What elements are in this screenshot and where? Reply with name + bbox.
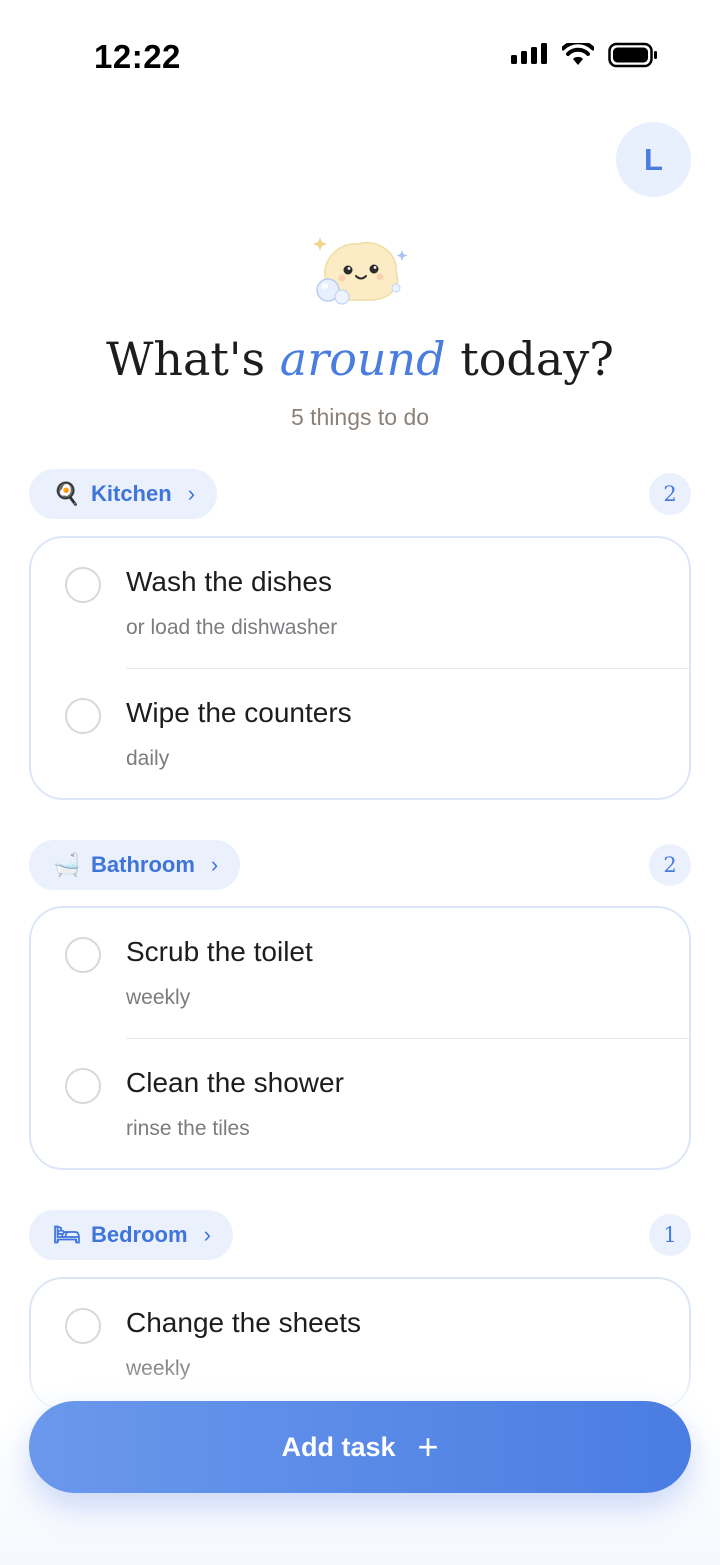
category-label: Kitchen (91, 481, 172, 506)
page-title-suffix: today? (445, 332, 614, 386)
task-title: Wash the dishes (126, 566, 332, 597)
task-title: Change the sheets (126, 1307, 362, 1338)
task-title: Wipe the counters (126, 697, 352, 728)
frying-pan-icon: 🍳 (53, 481, 81, 507)
wifi-icon (562, 43, 594, 65)
category-pill-bathroom[interactable]: 🛁 Bathroom › (29, 840, 241, 890)
task-card-bathroom: Scrub the toilet weekly Clean the shower… (29, 906, 691, 1170)
task-note: daily (126, 747, 170, 770)
chevron-right-icon: › (210, 852, 219, 877)
plus-icon: + (417, 1426, 439, 1467)
task-checkbox[interactable] (65, 937, 101, 973)
task-note: rinse the tiles (126, 1117, 250, 1140)
category-pill-bedroom[interactable]: 🛏 Bedroom › (29, 1210, 233, 1260)
task-card-kitchen: Wash the dishes or load the dishwasher W… (29, 536, 691, 800)
profile-avatar[interactable]: L (616, 122, 691, 197)
task-row[interactable]: Scrub the toilet weekly (31, 908, 689, 1039)
task-title: Scrub the toilet (126, 936, 313, 967)
task-row[interactable]: Wash the dishes or load the dishwasher (31, 538, 689, 669)
task-checkbox[interactable] (65, 698, 101, 734)
add-task-label: Add task (281, 1431, 396, 1462)
task-count-subtitle: 5 things to do (290, 404, 430, 430)
task-checkbox[interactable] (65, 1068, 101, 1104)
bathtub-icon: 🛁 (53, 852, 81, 878)
task-note: or load the dishwasher (126, 616, 338, 639)
task-row[interactable]: Wipe the counters daily (31, 669, 689, 798)
task-row[interactable]: Clean the shower rinse the tiles (31, 1039, 689, 1168)
cellular-signal-icon (511, 43, 547, 64)
page-title: What's around today? (0, 332, 720, 386)
category-label: Bedroom (91, 1222, 188, 1247)
status-icons (511, 42, 658, 68)
page-title-accent: around (279, 332, 446, 386)
category-count-badge: 1 (649, 1214, 691, 1256)
category-label: Bathroom (91, 852, 195, 877)
task-title: Clean the shower (126, 1067, 344, 1098)
sponge-mascot-icon (313, 237, 408, 305)
status-bar: 12:22 (0, 0, 720, 110)
chevron-right-icon: › (187, 481, 196, 506)
task-checkbox[interactable] (65, 1308, 101, 1344)
task-checkbox[interactable] (65, 567, 101, 603)
chevron-right-icon: › (203, 1222, 211, 1247)
category-pill-kitchen[interactable]: 🍳 Kitchen › (29, 469, 218, 519)
add-task-button[interactable]: Add task + (29, 1401, 691, 1493)
status-time: 12:22 (94, 38, 181, 75)
page-title-prefix: What's (106, 332, 280, 386)
task-note: weekly (126, 986, 191, 1009)
battery-icon (608, 42, 657, 68)
category-count-badge: 2 (649, 473, 691, 515)
category-count-badge: 2 (649, 844, 691, 886)
bed-icon: 🛏 (53, 1222, 81, 1248)
